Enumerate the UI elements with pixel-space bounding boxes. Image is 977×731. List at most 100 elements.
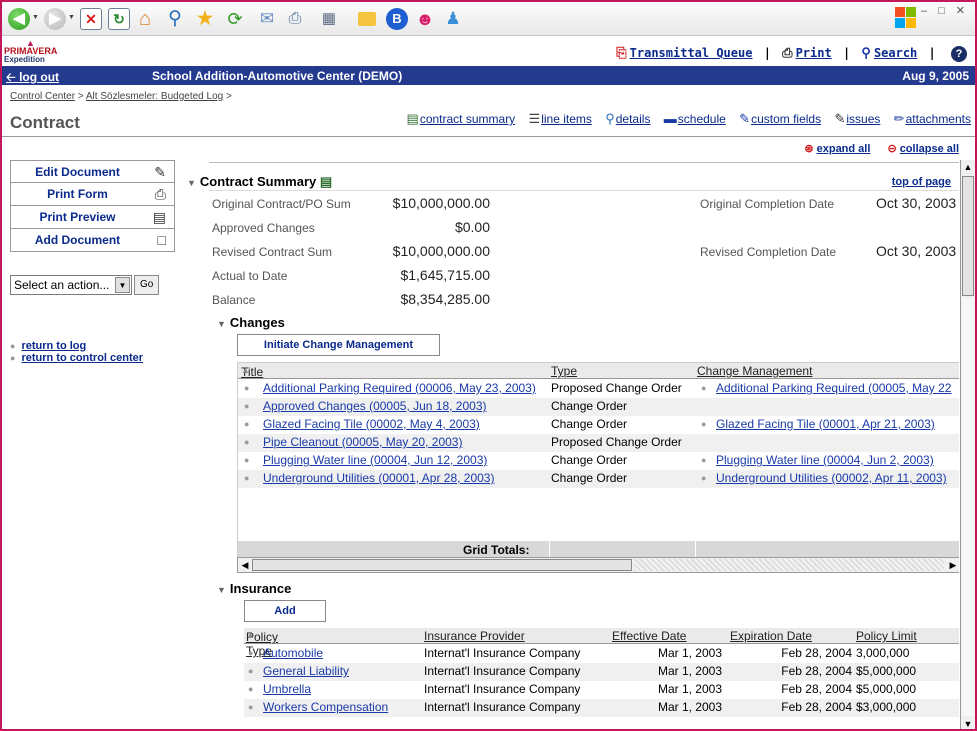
column-header-expiration-date[interactable]: Expiration Date <box>730 629 812 643</box>
table-row[interactable]: ● Pipe Cleanout (00005, May 20, 2003) Pr… <box>238 434 959 452</box>
table-row[interactable]: ● Plugging Water line (00004, Jun 12, 20… <box>238 452 959 470</box>
collapse-triangle-icon[interactable]: ▼ <box>217 585 226 595</box>
collapse-triangle-icon[interactable]: ▼ <box>187 178 196 188</box>
policy-type-link[interactable]: Umbrella <box>263 682 311 696</box>
print-form-button[interactable]: Print Form ⎙ <box>10 183 175 206</box>
tab-label[interactable]: custom fields <box>751 112 821 126</box>
scroll-thumb[interactable] <box>252 559 632 571</box>
scroll-thumb[interactable] <box>962 176 974 296</box>
history-icon[interactable]: ⟳ <box>224 8 246 30</box>
table-row[interactable]: ● Additional Parking Required (00006, Ma… <box>238 380 959 398</box>
tab-schedule[interactable]: ▬schedule <box>664 111 726 126</box>
tab-label[interactable]: contract summary <box>420 112 515 126</box>
change-management-link[interactable]: Additional Parking Required (00005, May … <box>716 381 951 395</box>
vertical-scrollbar[interactable]: ▲ ▼ <box>960 160 975 729</box>
expand-all-link[interactable]: expand all <box>817 143 871 155</box>
forward-icon[interactable]: ▶ <box>44 8 66 30</box>
scroll-track[interactable] <box>962 298 974 716</box>
bluetooth-icon[interactable]: B <box>386 8 408 30</box>
tab-attachments[interactable]: ✏attachments <box>894 111 971 127</box>
table-row[interactable]: ● Glazed Facing Tile (00002, May 4, 2003… <box>238 416 959 434</box>
print-preview-button[interactable]: Print Preview ▤ <box>10 206 175 229</box>
tab-label[interactable]: line items <box>541 112 592 126</box>
breadcrumb-control-center[interactable]: Control Center <box>10 91 75 102</box>
change-title-link[interactable]: Additional Parking Required (00006, May … <box>263 381 536 395</box>
help-icon[interactable]: ? <box>951 46 967 62</box>
back-icon[interactable]: ◀ <box>8 8 30 30</box>
print-link[interactable]: Print <box>796 46 832 60</box>
policy-type-link[interactable]: Automobile <box>263 646 323 660</box>
column-header-effective-date[interactable]: Effective Date <box>612 629 686 643</box>
horizontal-scrollbar[interactable]: ◀ ▶ <box>237 557 959 573</box>
tab-line-items[interactable]: ☰line items <box>529 111 592 127</box>
folder-icon[interactable] <box>358 12 376 26</box>
column-header-change-management[interactable]: Change Management <box>697 364 812 378</box>
favorites-icon[interactable]: ★ <box>194 8 216 30</box>
add-document-button[interactable]: Add Document □ <box>10 229 175 252</box>
print-icon[interactable]: ⎙ <box>284 8 306 30</box>
change-management-link[interactable]: Plugging Water line (00004, Jun 2, 2003) <box>716 453 934 467</box>
tab-custom-fields[interactable]: ✎custom fields <box>739 111 821 127</box>
tab-issues[interactable]: ✎issues <box>834 111 880 127</box>
collapse-all-link[interactable]: collapse all <box>900 143 959 155</box>
breadcrumb-budgeted-log[interactable]: Alt Sözlesmeler: Budgeted Log <box>86 91 223 102</box>
tab-label[interactable]: details <box>616 112 651 126</box>
messenger-icon[interactable]: ☻ <box>414 8 436 30</box>
table-row[interactable]: ● Approved Changes (00005, Jun 18, 2003)… <box>238 398 959 416</box>
table-row[interactable]: ● Underground Utilities (00001, Apr 28, … <box>238 470 959 488</box>
return-to-log-link[interactable]: return to log <box>21 340 86 352</box>
change-management-link[interactable]: Underground Utilities (00002, Apr 11, 20… <box>716 471 947 485</box>
back-dropdown-icon[interactable]: ▼ <box>32 14 39 21</box>
window-controls[interactable]: – □ ✕ <box>921 4 969 17</box>
search-link[interactable]: Search <box>874 46 917 60</box>
change-title-link[interactable]: Glazed Facing Tile (00002, May 4, 2003) <box>263 417 480 431</box>
add-insurance-button[interactable]: Add <box>244 600 326 622</box>
table-row[interactable]: ● Umbrella Internat'l Insurance Company … <box>244 681 959 699</box>
go-button[interactable]: Go <box>134 275 160 295</box>
transmittal-queue-link[interactable]: Transmittal Queue <box>630 46 753 60</box>
forward-dropdown-icon[interactable]: ▼ <box>68 14 75 21</box>
policy-type-link[interactable]: General Liability <box>263 664 349 678</box>
table-row[interactable]: ● Automobile Internat'l Insurance Compan… <box>244 645 959 663</box>
change-title-link[interactable]: Approved Changes (00005, Jun 18, 2003) <box>263 399 487 413</box>
column-header-provider[interactable]: Insurance Provider <box>424 629 525 643</box>
chevron-down-icon[interactable]: ▼ <box>115 277 130 293</box>
change-title-link[interactable]: Plugging Water line (00004, Jun 12, 2003… <box>263 453 487 467</box>
return-to-control-center-link[interactable]: return to control center <box>21 352 143 364</box>
search-icon[interactable]: ⚲ <box>164 8 186 30</box>
scroll-up-icon[interactable]: ▲ <box>961 160 975 174</box>
collapse-triangle-icon[interactable]: ▼ <box>217 319 226 329</box>
scroll-right-icon[interactable]: ▶ <box>946 558 959 572</box>
refresh-icon[interactable]: ↻ <box>108 8 130 30</box>
tab-contract-summary[interactable]: ▤contract summary <box>407 111 516 127</box>
change-management-link[interactable]: Glazed Facing Tile (00001, Apr 21, 2003) <box>716 417 935 431</box>
effective-date: Mar 1, 2003 <box>657 682 722 696</box>
scroll-track[interactable] <box>634 559 944 571</box>
tab-label[interactable]: attachments <box>906 112 971 126</box>
mail-icon[interactable]: ✉ <box>256 8 278 30</box>
tab-details[interactable]: ⚲details <box>605 111 650 127</box>
stop-icon[interactable]: ✕ <box>80 8 102 30</box>
column-header-type[interactable]: Type <box>551 364 577 378</box>
edit-icon[interactable]: ▦ <box>318 8 340 30</box>
contract-summary-heading[interactable]: ▼ Contract Summary ▤ <box>187 174 332 190</box>
summary-value: $10,000,000.00 <box>392 195 490 211</box>
edit-document-button[interactable]: Edit Document ✎ <box>10 160 175 183</box>
tab-label[interactable]: schedule <box>678 112 726 126</box>
change-title-link[interactable]: Pipe Cleanout (00005, May 20, 2003) <box>263 435 462 449</box>
scroll-left-icon[interactable]: ◀ <box>238 558 252 572</box>
insurance-heading[interactable]: ▼ Insurance <box>217 581 291 596</box>
top-of-page-link[interactable]: top of page <box>892 176 951 188</box>
table-row[interactable]: ● General Liability Internat'l Insurance… <box>244 663 959 681</box>
policy-type-link[interactable]: Workers Compensation <box>263 700 388 714</box>
column-header-policy-limit[interactable]: Policy Limit <box>856 629 917 643</box>
tab-label[interactable]: issues <box>846 112 880 126</box>
scroll-down-icon[interactable]: ▼ <box>961 717 975 729</box>
table-row[interactable]: ● Workers Compensation Internat'l Insura… <box>244 699 959 717</box>
initiate-change-management-button[interactable]: Initiate Change Management <box>237 334 440 356</box>
change-title-link[interactable]: Underground Utilities (00001, Apr 28, 20… <box>263 471 494 485</box>
people-icon[interactable]: ♟ <box>442 8 464 30</box>
home-icon[interactable]: ⌂ <box>134 8 156 30</box>
changes-heading[interactable]: ▼ Changes <box>217 315 285 330</box>
action-select[interactable]: Select an action... ▼ <box>10 275 132 295</box>
